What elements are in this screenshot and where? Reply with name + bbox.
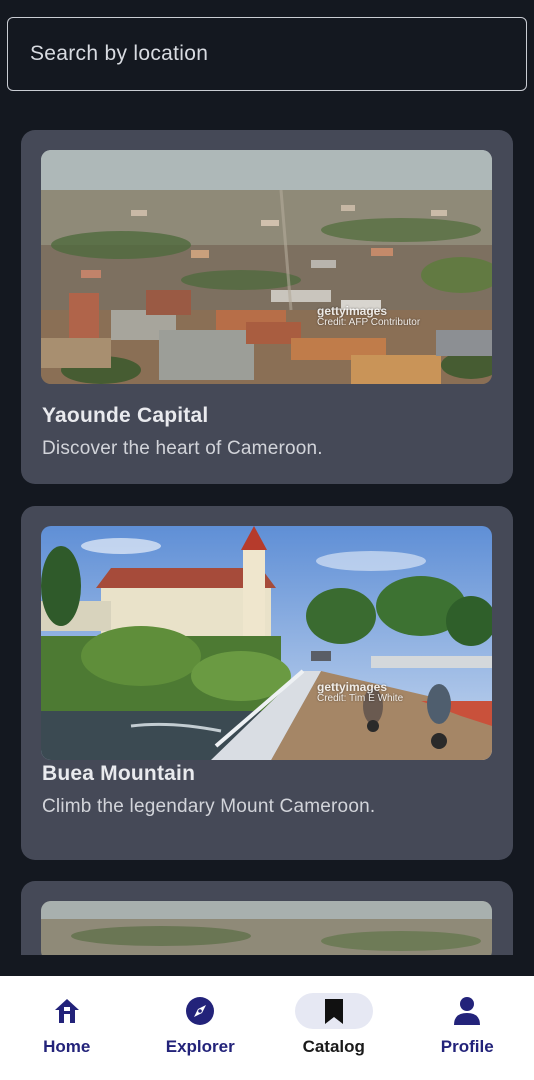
card-image-yaounde: gettyimages Credit: AFP Contributor xyxy=(41,150,492,384)
destination-card[interactable] xyxy=(21,881,513,955)
destination-card[interactable]: gettyimages Credit: AFP Contributor Yaou… xyxy=(21,130,513,484)
nav-explorer[interactable]: Explorer xyxy=(134,976,268,1080)
compass-icon xyxy=(161,993,239,1029)
nav-label: Catalog xyxy=(302,1037,365,1056)
image-watermark: gettyimages Credit: AFP Contributor xyxy=(317,304,421,328)
card-description: Discover the heart of Cameroon. xyxy=(42,438,323,459)
image-watermark: gettyimages Credit: Tim E White xyxy=(317,680,404,704)
card-title: Buea Mountain xyxy=(42,762,196,785)
home-icon xyxy=(28,993,106,1029)
bookmark-icon xyxy=(294,993,373,1029)
nav-catalog[interactable]: Catalog xyxy=(267,976,401,1080)
bottom-navigation: Home Explorer Catalog Profile xyxy=(0,976,534,1080)
card-description: Climb the legendary Mount Cameroon. xyxy=(42,796,376,817)
nav-label: Profile xyxy=(440,1037,494,1056)
nav-home[interactable]: Home xyxy=(0,976,134,1080)
nav-label: Explorer xyxy=(165,1037,235,1056)
nav-label: Home xyxy=(43,1037,91,1056)
person-icon xyxy=(428,993,506,1029)
card-image-buea: gettyimages Credit: Tim E White xyxy=(41,526,492,760)
card-title: Yaounde Capital xyxy=(42,404,209,427)
catalog-screen: gettyimages Credit: AFP Contributor Yaou… xyxy=(0,0,534,1080)
search-input[interactable] xyxy=(28,41,526,67)
card-image-partial xyxy=(41,901,492,955)
destination-list[interactable]: gettyimages Credit: AFP Contributor Yaou… xyxy=(0,130,534,955)
nav-profile[interactable]: Profile xyxy=(401,976,534,1080)
destination-card[interactable]: gettyimages Credit: Tim E White Buea Mou… xyxy=(21,506,513,860)
search-box[interactable] xyxy=(7,17,527,91)
